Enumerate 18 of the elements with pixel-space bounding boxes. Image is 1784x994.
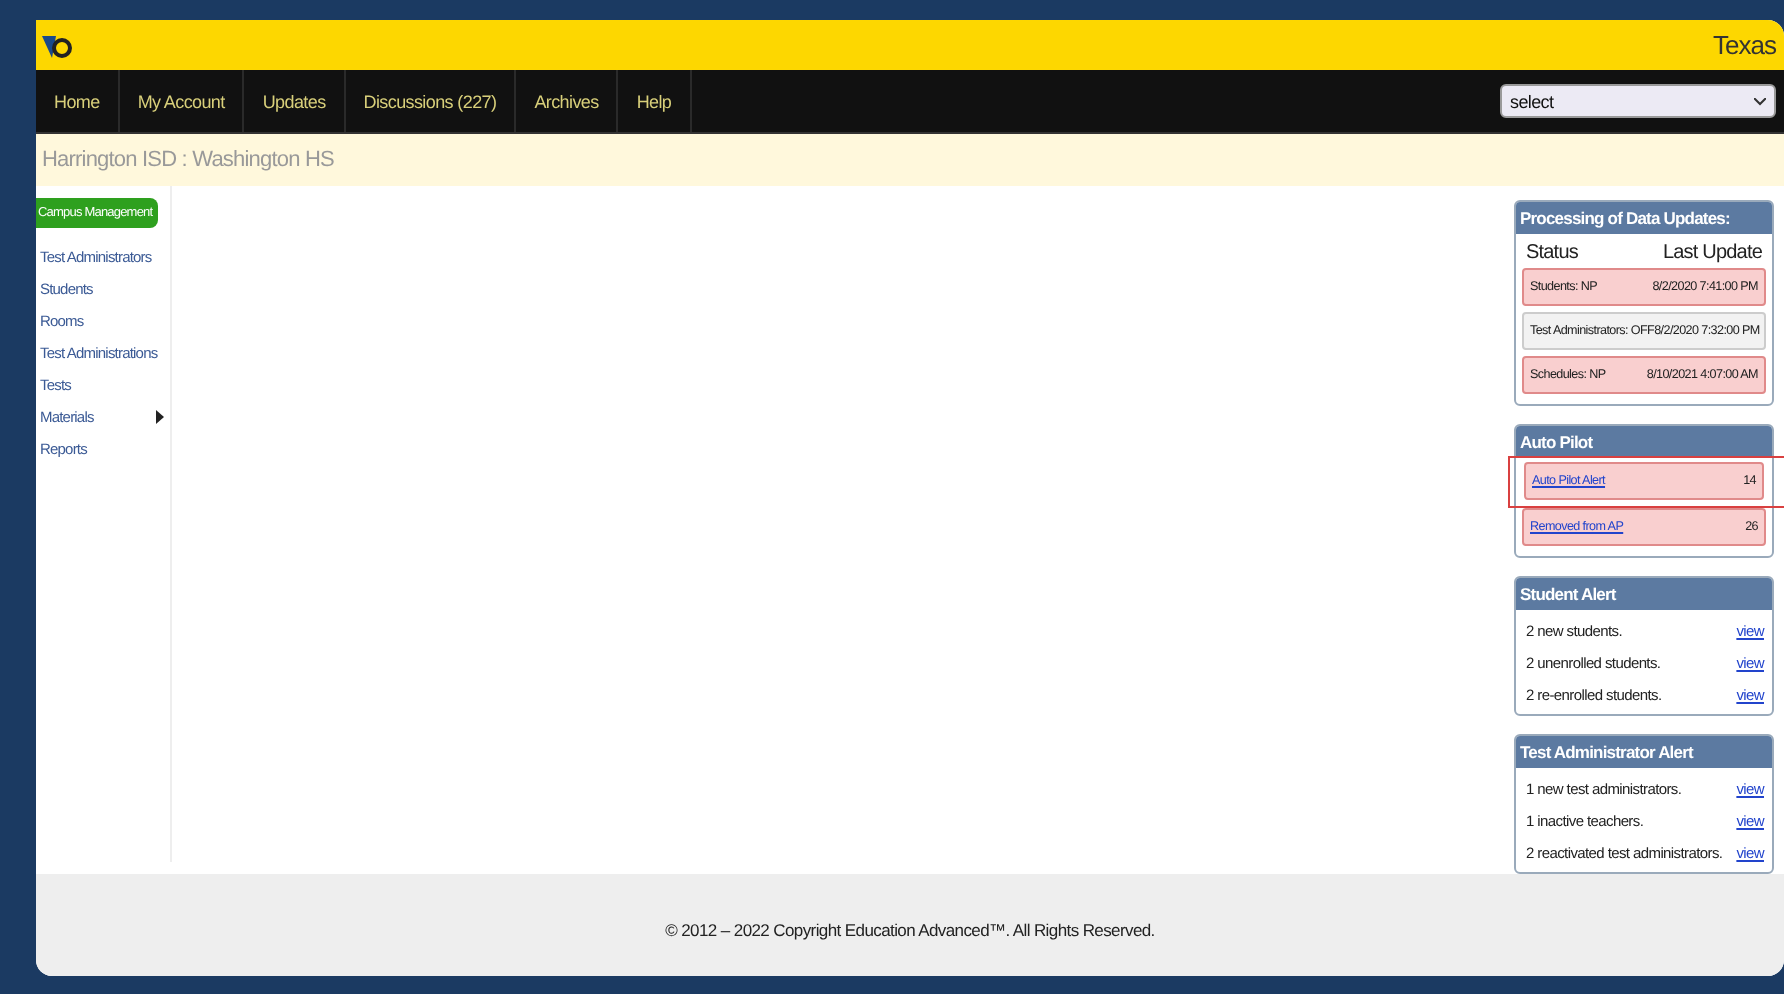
column-header: Last Update	[1662, 242, 1762, 264]
panel-title: Auto Pilot	[1516, 426, 1772, 458]
nav-link[interactable]: My Account	[119, 70, 245, 132]
panel-title: Processing of Data Updates:	[1516, 202, 1772, 234]
breadcrumb: Harrington ISD : Washington HS	[42, 148, 334, 172]
copyright-text: © 2012 – 2022 Copyright Education Advanced™. All Rights Reserved.	[665, 920, 1155, 940]
nav-link[interactable]: Archives	[516, 70, 619, 132]
nav-link[interactable]: Updates	[244, 70, 346, 132]
nav-link[interactable]: Discussions (227)	[345, 70, 517, 132]
panel-title: Student Alert	[1516, 578, 1772, 610]
region-label: Texas	[1713, 30, 1776, 60]
logo-icon	[40, 31, 72, 59]
nav-link[interactable]: Home	[36, 70, 120, 132]
panel-title: Test Administrator Alert	[1516, 736, 1772, 768]
select-dropdown[interactable]: select	[1500, 84, 1776, 118]
chevron-icon	[1754, 97, 1766, 105]
column-header: Status	[1526, 242, 1578, 264]
nav-link[interactable]: Help	[618, 70, 692, 132]
